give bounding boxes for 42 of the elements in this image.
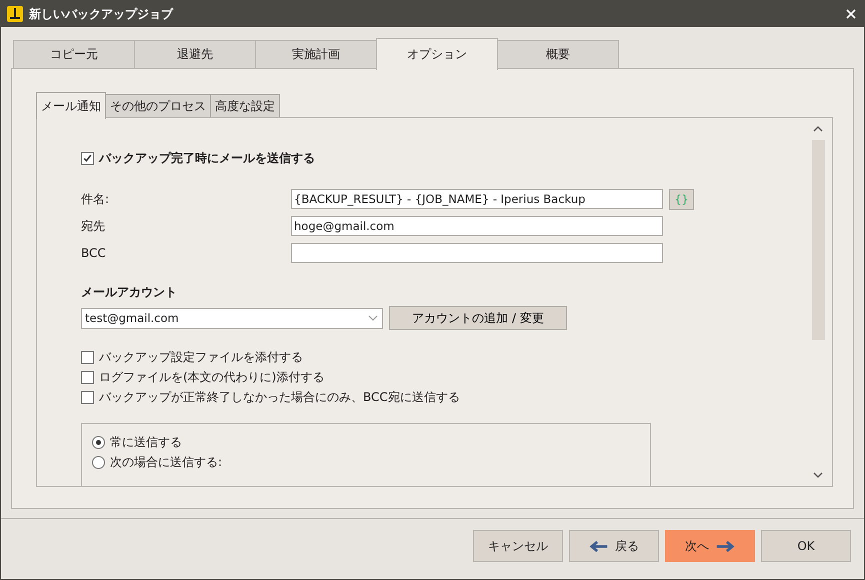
- input-field[interactable]: [291, 243, 663, 263]
- field-label: 件名:: [81, 190, 110, 208]
- input-field[interactable]: {BACKUP_RESULT} - {JOB_NAME} - Iperius Backup: [291, 189, 663, 209]
- tab[interactable]: 退避先: [134, 40, 256, 68]
- dialog-button[interactable]: キャンセル: [473, 530, 563, 562]
- account-dropdown[interactable]: test@gmail.com: [81, 308, 383, 328]
- checkbox-label: バックアップが正常終了しなかった場合にのみ、BCC宛に送信する: [99, 388, 460, 406]
- scrollbar-thumb[interactable]: [812, 140, 824, 340]
- tab[interactable]: 実施計画: [255, 40, 377, 68]
- checkbox[interactable]: [81, 370, 94, 384]
- tab[interactable]: オプション: [376, 38, 498, 70]
- radio-button[interactable]: [92, 456, 105, 468]
- checkbox-label: ログファイルを(本文の代わりに)添付する: [99, 368, 324, 386]
- checkbox[interactable]: [81, 390, 94, 404]
- input-field[interactable]: hoge@gmail.com: [291, 216, 663, 236]
- checkbox[interactable]: [81, 152, 94, 164]
- scroll-up-icon[interactable]: [813, 126, 823, 132]
- right-arrow-icon: [715, 540, 735, 552]
- checkbox[interactable]: [81, 350, 94, 364]
- close-icon[interactable]: [846, 9, 856, 19]
- tab[interactable]: 高度な設定: [210, 94, 280, 117]
- tab[interactable]: その他のプロセス: [105, 94, 211, 117]
- dialog-button[interactable]: 次へ: [665, 530, 755, 562]
- radio-label: 常に送信する: [110, 434, 182, 450]
- tab[interactable]: 概要: [497, 40, 619, 68]
- account-button[interactable]: アカウントの追加 / 変更: [389, 306, 567, 330]
- radio-label: 次の場合に送信する:: [110, 454, 222, 470]
- checkbox-label: バックアップ完了時にメールを送信する: [99, 150, 315, 166]
- window-title: 新しいバックアップジョブ: [29, 6, 174, 22]
- checkbox-label: バックアップ設定ファイルを添付する: [99, 348, 303, 366]
- app-icon: [7, 6, 23, 22]
- scroll-down-icon[interactable]: [813, 472, 823, 478]
- tab[interactable]: メール通知: [36, 92, 106, 119]
- caret-icon: [368, 315, 378, 321]
- dialog-button[interactable]: OK: [761, 530, 851, 562]
- left-arrow-icon: [589, 540, 609, 552]
- field-label: BCC: [81, 246, 107, 260]
- tab[interactable]: コピー元: [13, 40, 135, 68]
- section-heading: メールアカウント: [81, 284, 178, 301]
- dialog-button[interactable]: 戻る: [569, 530, 659, 562]
- field-label: 宛先: [81, 218, 106, 234]
- radio-button[interactable]: [92, 436, 105, 448]
